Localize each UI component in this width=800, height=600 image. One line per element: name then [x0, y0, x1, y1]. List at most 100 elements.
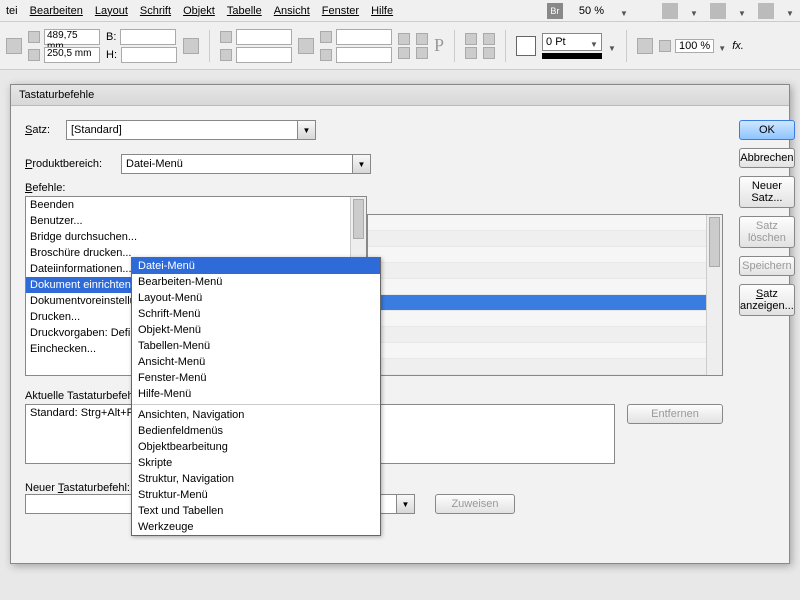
stroke-style[interactable] [542, 53, 602, 59]
x-icon [28, 31, 40, 43]
dropdown-option[interactable]: Ansichten, Navigation [132, 407, 380, 423]
scale-x-icon [220, 31, 232, 43]
screen-mode-icon[interactable] [662, 3, 678, 19]
scale-y-field[interactable] [236, 47, 292, 63]
link-icon[interactable] [183, 38, 199, 54]
list-item[interactable]: Bridge durchsuchen... [26, 229, 366, 245]
zoom-level[interactable]: 50 % [575, 4, 608, 18]
control-toolbar: 489,75 mm 250,5 mm B: H: P 0 Pt [0, 22, 800, 70]
product-area-dropdown-list[interactable]: Datei-Menü Bearbeiten-Menü Layout-Menü S… [131, 257, 381, 536]
bridge-icon[interactable]: Br [547, 3, 563, 19]
dialog-title: Tastaturbefehle [11, 85, 789, 106]
product-area-value: Datei-Menü [126, 158, 183, 170]
workspace-icon[interactable] [758, 3, 774, 19]
commands-label: Befehle: [25, 182, 367, 194]
flip-h-icon[interactable] [416, 33, 428, 45]
dropdown-option[interactable]: Text und Tabellen [132, 503, 380, 519]
width-field[interactable] [120, 29, 176, 45]
dropdown-option[interactable]: Objektbearbeitung [132, 439, 380, 455]
height-field[interactable] [121, 47, 177, 63]
dropdown-option[interactable]: Skripte [132, 455, 380, 471]
menu-window[interactable]: Fenster [322, 5, 359, 17]
dropdown-option[interactable]: Bedienfeldmenüs [132, 423, 380, 439]
scale-y-icon [220, 49, 232, 61]
opacity-field[interactable]: 100 % [675, 39, 714, 53]
menu-table[interactable]: Tabelle [227, 5, 262, 17]
cancel-button[interactable]: Abbrechen [739, 148, 795, 168]
opacity-icon [659, 40, 671, 52]
assign-button[interactable]: Zuweisen [435, 494, 515, 514]
workspace-dropdown-icon[interactable] [786, 7, 794, 15]
dropdown-option[interactable]: Ansicht-Menü [132, 354, 380, 370]
select-prev-icon[interactable] [483, 33, 495, 45]
menu-edit[interactable]: Bearbeiten [30, 5, 83, 17]
rotate-field[interactable] [336, 29, 392, 45]
arrange-dropdown-icon[interactable] [738, 7, 746, 15]
shear-icon [320, 49, 332, 61]
flip-v-icon[interactable] [416, 47, 428, 59]
y-icon [28, 49, 40, 61]
zoom-dropdown-icon[interactable] [620, 7, 628, 15]
menu-view[interactable]: Ansicht [274, 5, 310, 17]
set-combo-button[interactable] [297, 121, 315, 139]
stroke-weight-field[interactable]: 0 Pt [542, 33, 602, 51]
new-set-button[interactable]: Neuer Satz... [739, 176, 795, 208]
dropdown-option[interactable]: Tabellen-Menü [132, 338, 380, 354]
menu-help[interactable]: Hilfe [371, 5, 393, 17]
dropdown-option[interactable]: Struktur, Navigation [132, 471, 380, 487]
stroke-style-dropdown-icon[interactable] [608, 42, 616, 50]
set-combo-value: [Standard] [71, 124, 122, 136]
shortcuts-scrollbar[interactable] [706, 215, 722, 375]
product-area-label: Produktbereich: [25, 158, 115, 170]
set-label: Satz: [25, 124, 60, 136]
product-area-combo-button[interactable] [352, 155, 370, 173]
scale-x-field[interactable] [236, 29, 292, 45]
x-field[interactable]: 489,75 mm [44, 29, 100, 45]
keyboard-shortcuts-dialog: Tastaturbefehle Satz: [Standard] Produkt… [10, 84, 790, 564]
p-icon[interactable]: P [434, 35, 444, 56]
list-item[interactable]: Beenden [26, 197, 366, 213]
current-shortcuts-label: Aktuelle Tastaturbefehle: [25, 390, 145, 402]
menu-font[interactable]: Schrift [140, 5, 171, 17]
select-content-icon[interactable] [465, 47, 477, 59]
fx-button[interactable]: fx. [732, 40, 744, 52]
dropdown-option[interactable]: Bearbeiten-Menü [132, 274, 380, 290]
list-item[interactable]: Benutzer... [26, 213, 366, 229]
select-next-icon[interactable] [483, 47, 495, 59]
rotate-icon [320, 31, 332, 43]
shortcuts-display-listbox[interactable] [367, 214, 723, 376]
product-area-combo[interactable]: Datei-Menü [121, 154, 371, 174]
select-container-icon[interactable] [465, 33, 477, 45]
show-set-button[interactable]: Satz anzeigen... [739, 284, 795, 316]
effects-icon[interactable] [637, 38, 653, 54]
ok-button[interactable]: OK [739, 120, 795, 140]
menu-layout[interactable]: Layout [95, 5, 128, 17]
dropdown-option[interactable]: Fenster-Menü [132, 370, 380, 386]
dropdown-option[interactable]: Hilfe-Menü [132, 386, 380, 402]
dropdown-option[interactable]: Schrift-Menü [132, 306, 380, 322]
dropdown-option[interactable]: Datei-Menü [132, 258, 380, 274]
fill-swatch[interactable] [516, 36, 536, 56]
save-button[interactable]: Speichern [739, 256, 795, 276]
menu-file[interactable]: tei [6, 5, 18, 17]
menu-object[interactable]: Objekt [183, 5, 215, 17]
ref-point-icon[interactable] [6, 38, 22, 54]
screen-mode-dropdown-icon[interactable] [690, 7, 698, 15]
rotate-ccw-icon[interactable] [398, 47, 410, 59]
delete-set-button[interactable]: Satz löschen [739, 216, 795, 248]
dropdown-option[interactable]: Werkzeuge [132, 519, 380, 535]
width-label: B: [106, 31, 116, 43]
shear-field[interactable] [336, 47, 392, 63]
dropdown-option[interactable]: Struktur-Menü [132, 487, 380, 503]
dropdown-option[interactable]: Layout-Menü [132, 290, 380, 306]
dropdown-option[interactable]: Objekt-Menü [132, 322, 380, 338]
menubar: tei Bearbeiten Layout Schrift Objekt Tab… [0, 0, 800, 22]
context-combo-button[interactable] [396, 495, 414, 513]
set-combo[interactable]: [Standard] [66, 120, 316, 140]
rotate-cw-icon[interactable] [398, 33, 410, 45]
link-scale-icon[interactable] [298, 38, 314, 54]
y-field[interactable]: 250,5 mm [44, 47, 100, 63]
remove-button[interactable]: Entfernen [627, 404, 723, 424]
arrange-icon[interactable] [710, 3, 726, 19]
height-label: H: [106, 49, 117, 61]
